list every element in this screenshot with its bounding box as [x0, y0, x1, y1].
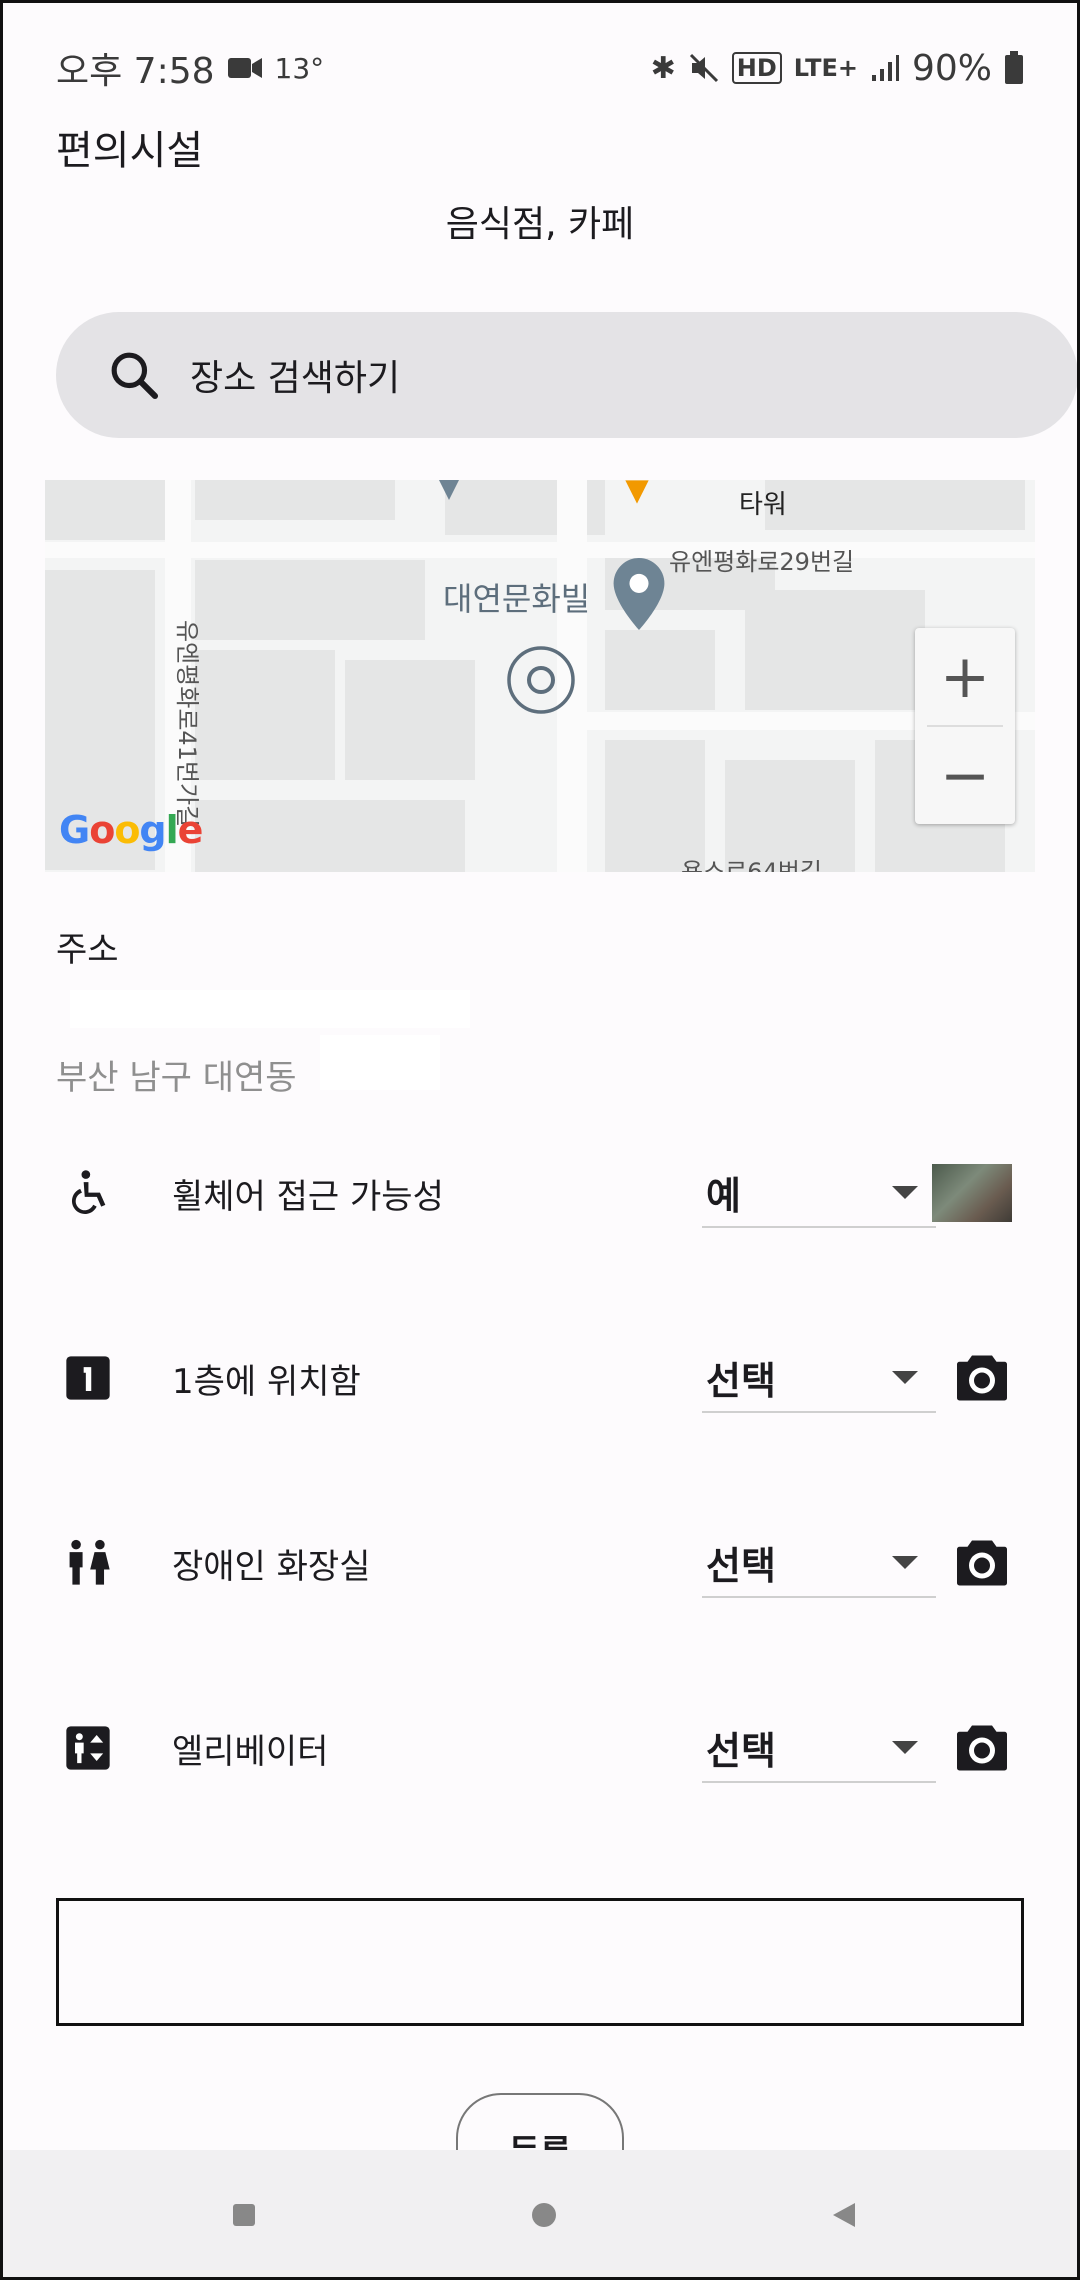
- my-location-icon: [507, 646, 575, 714]
- map-label-tower: 타워: [739, 490, 787, 520]
- camera-icon: [957, 1725, 1007, 1771]
- system-navigation-bar: [0, 2150, 1080, 2280]
- zoom-out-button[interactable]: −: [915, 727, 1015, 824]
- facility-label: 엘리베이터: [172, 1731, 329, 1772]
- restroom-icon: [56, 1531, 120, 1595]
- map-orange-pin-icon: [625, 480, 649, 504]
- camera-icon: [957, 1355, 1007, 1401]
- dropdown-caret-icon: [892, 1555, 918, 1569]
- search-bar[interactable]: 장소 검색하기: [56, 312, 1078, 438]
- camera-button[interactable]: [942, 1523, 1022, 1603]
- page-title: 편의시설: [56, 128, 204, 174]
- back-icon: [833, 2203, 855, 2227]
- facility-row-wheelchair: 휠체어 접근 가능성 예: [56, 1148, 1024, 1238]
- facility-select[interactable]: 선택: [702, 1713, 936, 1783]
- video-camera-icon: [227, 58, 262, 78]
- battery-icon: [1005, 51, 1023, 84]
- zoom-in-button[interactable]: +: [915, 628, 1015, 725]
- map-label-street: 유엔평화로29번길: [669, 548, 855, 576]
- wheelchair-icon: [56, 1161, 120, 1225]
- home-icon: [532, 2203, 556, 2227]
- facility-row-elevator: 엘리베이터 선택: [56, 1703, 1024, 1793]
- memo-input[interactable]: [56, 1898, 1024, 2026]
- address-redacted-tail: [320, 1035, 440, 1090]
- first-floor-icon: [56, 1346, 120, 1410]
- elevator-icon: [56, 1716, 120, 1780]
- battery-percent: 90%: [911, 47, 992, 89]
- address-value: 부산 남구 대연동: [56, 1058, 297, 1098]
- map-blue-pin-icon: [439, 480, 459, 500]
- facility-label: 휠체어 접근 가능성: [172, 1176, 444, 1217]
- facility-select[interactable]: 선택: [702, 1528, 936, 1598]
- facility-select[interactable]: 예: [702, 1158, 936, 1228]
- camera-button[interactable]: [942, 1708, 1022, 1788]
- facility-label: 장애인 화장실: [172, 1546, 371, 1587]
- address-label: 주소: [56, 930, 119, 970]
- facility-select[interactable]: 선택: [702, 1343, 936, 1413]
- map-view[interactable]: 타워 유엔평화로29번길 대연문화빌 유엔평화로41번가길 용소로64번길 + …: [45, 480, 1035, 872]
- map-label-vertical-street: 유엔평화로41번가길: [173, 620, 201, 828]
- dropdown-caret-icon: [892, 1185, 918, 1199]
- mute-icon: [689, 53, 718, 83]
- status-temperature: 13°: [274, 51, 325, 85]
- camera-button[interactable]: [942, 1338, 1022, 1418]
- map-pin-icon: [613, 558, 665, 630]
- back-button[interactable]: [824, 2195, 864, 2235]
- hd-badge: HD: [731, 52, 782, 84]
- facility-row-restroom: 장애인 화장실 선택: [56, 1518, 1024, 1608]
- facility-select-value: 예: [706, 1173, 741, 1218]
- dropdown-caret-icon: [892, 1740, 918, 1754]
- bluetooth-icon: ✱: [650, 50, 676, 86]
- network-type: LTE+: [793, 54, 858, 82]
- facility-select-value: 선택: [706, 1543, 776, 1588]
- home-button[interactable]: [524, 2195, 564, 2235]
- recent-apps-button[interactable]: [224, 2195, 264, 2235]
- map-label-street-bottom: 용소로64번길: [681, 858, 822, 872]
- facility-row-first-floor: 1층에 위치함 선택: [56, 1333, 1024, 1423]
- status-time: 오후 7:58: [56, 51, 215, 92]
- facility-label: 1층에 위치함: [172, 1361, 361, 1402]
- dropdown-caret-icon: [892, 1370, 918, 1384]
- map-label-building: 대연문화빌: [443, 580, 591, 618]
- facility-select-value: 선택: [706, 1358, 776, 1403]
- photo-thumbnail[interactable]: [932, 1164, 1012, 1222]
- search-placeholder: 장소 검색하기: [190, 358, 401, 399]
- signal-icon: [871, 55, 899, 81]
- facility-select-value: 선택: [706, 1728, 776, 1773]
- camera-icon: [957, 1540, 1007, 1586]
- recent-apps-icon: [233, 2204, 255, 2226]
- address-redacted: [70, 990, 470, 1028]
- status-bar: 오후 7:58 13° ✱ HD LTE+ 90%: [56, 40, 1024, 96]
- place-category: 음식점, 카페: [445, 204, 635, 245]
- google-logo: Google: [59, 808, 203, 852]
- zoom-controls: + −: [915, 628, 1015, 824]
- search-icon: [111, 352, 159, 400]
